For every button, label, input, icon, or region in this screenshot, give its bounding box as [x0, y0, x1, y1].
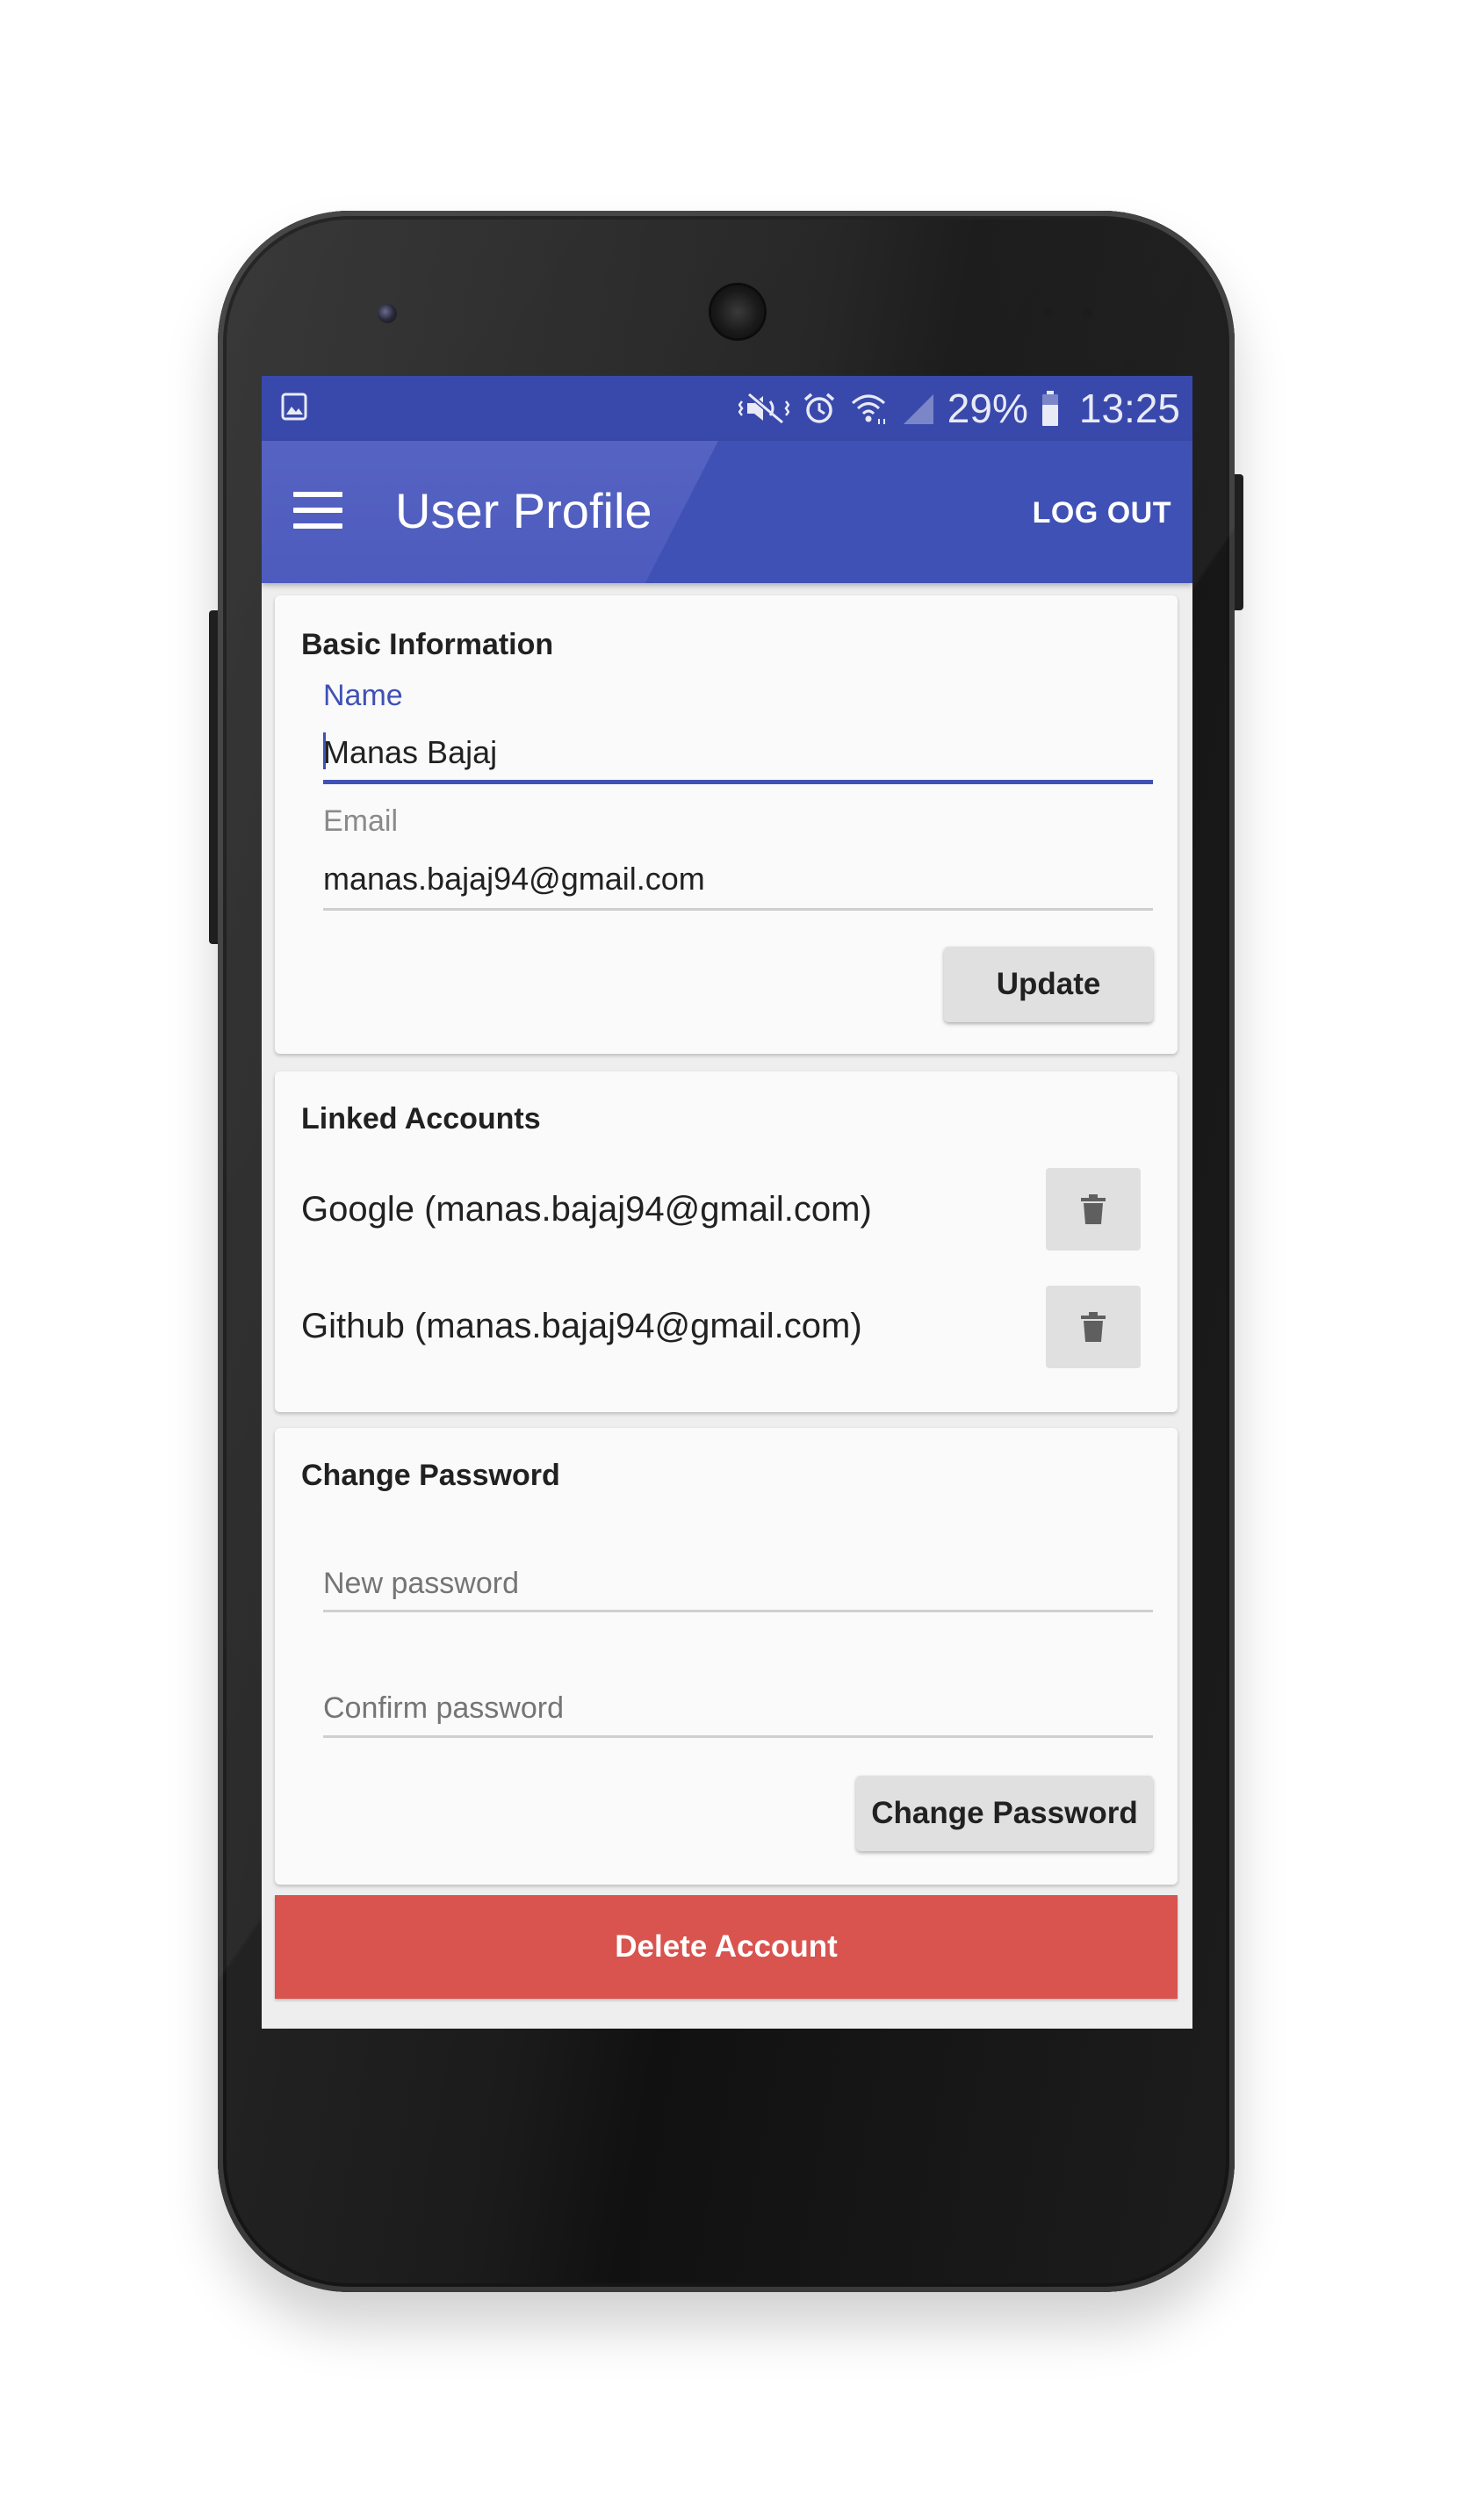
status-bar: 29% 13:25 — [262, 376, 1192, 441]
name-input-underline — [323, 780, 1153, 784]
trash-icon — [1081, 1312, 1106, 1342]
basic-information-title: Basic Information — [301, 628, 554, 661]
text-caret — [323, 732, 326, 769]
name-input[interactable] — [323, 734, 1153, 771]
update-button[interactable]: Update — [944, 947, 1153, 1022]
front-camera — [378, 304, 397, 323]
status-time: 13:25 — [1078, 386, 1180, 431]
email-label: Email — [323, 804, 399, 838]
app-screen: 29% 13:25 User Profile LOG OUT Basic Inf… — [262, 376, 1192, 2029]
earpiece-speaker — [711, 285, 764, 338]
battery-percent: 29% — [947, 386, 1028, 431]
page-title: User Profile — [395, 483, 652, 538]
confirm-password-underline — [323, 1735, 1153, 1738]
proximity-sensor — [1043, 307, 1054, 318]
new-password-underline — [323, 1610, 1153, 1612]
linked-accounts-card: Linked Accounts Google (manas.bajaj94@gm… — [275, 1071, 1178, 1412]
light-sensor — [1082, 307, 1092, 318]
basic-information-card: Basic Information Name Email Update — [275, 595, 1178, 1054]
linked-accounts-title: Linked Accounts — [301, 1102, 541, 1136]
remove-google-button[interactable] — [1046, 1168, 1141, 1251]
remove-github-button[interactable] — [1046, 1286, 1141, 1368]
linked-account-google: Google (manas.bajaj94@gmail.com) — [301, 1190, 872, 1229]
email-input-underline — [323, 908, 1153, 911]
app-bar: User Profile LOG OUT — [262, 441, 1192, 583]
alarm-icon — [803, 393, 834, 423]
menu-icon[interactable] — [293, 492, 344, 530]
email-input[interactable] — [323, 861, 1153, 898]
delete-account-button[interactable]: Delete Account — [275, 1895, 1178, 1999]
change-password-title: Change Password — [301, 1459, 560, 1492]
confirm-password-input[interactable] — [323, 1690, 1153, 1727]
wifi-icon — [851, 394, 885, 424]
trash-icon — [1081, 1194, 1106, 1224]
change-password-card: Change Password Change Password — [275, 1428, 1178, 1885]
mute-vibrate-icon — [738, 392, 789, 425]
image-icon — [281, 393, 307, 421]
new-password-input[interactable] — [323, 1565, 1153, 1602]
linked-account-github: Github (manas.bajaj94@gmail.com) — [301, 1307, 862, 1345]
signal-icon — [903, 394, 933, 424]
logout-button[interactable]: LOG OUT — [1033, 494, 1171, 532]
change-password-button[interactable]: Change Password — [856, 1776, 1153, 1851]
battery-icon — [1041, 391, 1058, 426]
name-label: Name — [323, 679, 403, 712]
